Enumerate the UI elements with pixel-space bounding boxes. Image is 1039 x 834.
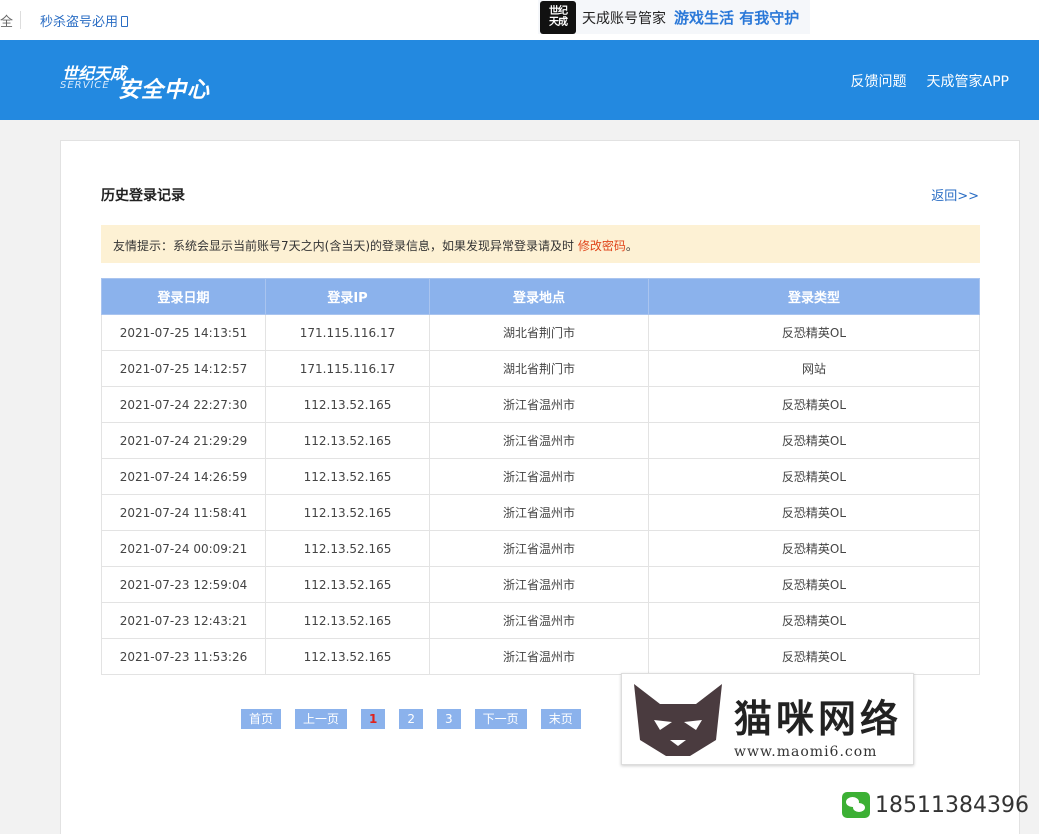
banner-title: 天成账号管家 [582, 11, 666, 27]
cell-type: 反恐精英OL [648, 314, 980, 351]
cell-date: 2021-07-24 21:29:29 [101, 422, 266, 459]
col-type: 登录类型 [648, 278, 980, 315]
account-manager-banner[interactable]: 世纪 天成 天成账号管家 游戏生活 有我守护 [538, 0, 810, 34]
cell-location: 浙江省温州市 [429, 494, 649, 531]
cell-type: 反恐精英OL [648, 530, 980, 567]
notice-end: 。 [625, 239, 638, 253]
tip-link-label: 秒杀盗号必用 [40, 15, 119, 30]
cell-ip: 112.13.52.165 [265, 638, 430, 675]
header-nav: 反馈问题 天成管家APP [851, 71, 1009, 91]
site-header: 世纪天成 SERVICE 安全中心 反馈问题 天成管家APP [0, 40, 1039, 120]
cell-location: 浙江省温州市 [429, 530, 649, 567]
notice-banner: 友情提示：系统会显示当前账号7天之内(含当天)的登录信息，如果发现异常登录请及时… [101, 225, 980, 263]
cell-date: 2021-07-24 22:27:30 [101, 386, 266, 423]
cell-location: 浙江省温州市 [429, 638, 649, 675]
watermark-url: www.maomi6.com [734, 744, 878, 760]
table-header-row: 登录日期 登录IP 登录地点 登录类型 [101, 278, 980, 315]
phone-icon [121, 16, 129, 27]
nav-app[interactable]: 天成管家APP [927, 71, 1009, 91]
table-row: 2021-07-23 12:43:21 112.13.52.165 浙江省温州市 反恐… [101, 602, 980, 639]
table-row: 2021-07-24 00:09:21 112.13.52.165 浙江省温州市 反恐… [101, 530, 980, 567]
cell-location: 湖北省荆门市 [429, 314, 649, 351]
watermark: 猫咪网络 www.maomi6.com [621, 673, 914, 765]
brand-en: SERVICE [60, 80, 110, 91]
cell-type: 反恐精英OL [648, 386, 980, 423]
notice-text: 友情提示：系统会显示当前账号7天之内(含当天)的登录信息，如果发现异常登录请及时 [113, 239, 578, 253]
page-1-button[interactable]: 1 [361, 709, 386, 729]
table-row: 2021-07-24 22:27:30 112.13.52.165 浙江省温州市 反恐… [101, 386, 980, 423]
table-row: 2021-07-25 14:13:51 171.115.116.17 湖北省荆门市反… [101, 314, 980, 351]
change-password-link[interactable]: 修改密码 [578, 239, 626, 253]
anti-theft-tip-link[interactable]: 秒杀盗号必用 [40, 11, 129, 30]
cell-ip: 112.13.52.165 [265, 494, 430, 531]
page-next-button[interactable]: 下一页 [474, 709, 527, 729]
page-last-button[interactable]: 末页 [540, 709, 581, 729]
cell-ip: 112.13.52.165 [265, 602, 430, 639]
cell-location: 浙江省温州市 [429, 458, 649, 495]
login-history-table: 登录日期 登录IP 登录地点 登录类型 2021-07-25 14:13:51 1… [101, 278, 980, 675]
cell-type: 反恐精英OL [648, 458, 980, 495]
cell-date: 2021-07-24 14:26:59 [101, 458, 266, 495]
table-row: 2021-07-25 14:12:57 171.115.116.17 湖北省荆门市网… [101, 350, 980, 387]
cat-logo-icon [634, 684, 722, 756]
cell-date: 2021-07-23 12:59:04 [101, 566, 266, 603]
brand-logo[interactable]: 世纪天成 SERVICE 安全中心 [60, 58, 230, 103]
cell-ip: 112.13.52.165 [265, 422, 430, 459]
page-3-button[interactable]: 3 [437, 709, 461, 729]
cell-location: 浙江省温州市 [429, 386, 649, 423]
banner-slogan: 游戏生活 有我守护 [674, 9, 800, 27]
cell-date: 2021-07-23 11:53:26 [101, 638, 266, 675]
cell-location: 湖北省荆门市 [429, 350, 649, 387]
table-row: 2021-07-24 11:58:41 112.13.52.165 浙江省温州市 反恐… [101, 494, 980, 531]
cell-location: 浙江省温州市 [429, 422, 649, 459]
watermark-name: 猫咪网络 [734, 697, 903, 741]
col-location: 登录地点 [429, 278, 649, 315]
cell-type: 反恐精英OL [648, 494, 980, 531]
cell-date: 2021-07-24 00:09:21 [101, 530, 266, 567]
page-first-button[interactable]: 首页 [241, 709, 282, 729]
nav-feedback[interactable]: 反馈问题 [851, 71, 907, 91]
page-2-button[interactable]: 2 [399, 709, 424, 729]
page-title: 历史登录记录 [101, 188, 185, 204]
cell-ip: 171.115.116.17 [265, 314, 430, 351]
top-strip: 全 秒杀盗号必用 世纪 天成 天成账号管家 游戏生活 有我守护 [0, 0, 1039, 40]
cell-type: 反恐精英OL [648, 602, 980, 639]
divider [20, 11, 21, 29]
cell-date: 2021-07-25 14:12:57 [101, 350, 266, 387]
banner-logo: 世纪 天成 [540, 1, 576, 34]
page-prev-button[interactable]: 上一页 [295, 709, 348, 729]
contact-phone: 18511384396 [875, 792, 1029, 818]
col-ip: 登录IP [265, 278, 430, 315]
back-link[interactable]: 返回>> [931, 185, 979, 204]
cell-date: 2021-07-23 12:43:21 [101, 602, 266, 639]
cell-location: 浙江省温州市 [429, 566, 649, 603]
brand-main: 安全中心 [118, 78, 211, 103]
cell-date: 2021-07-24 11:58:41 [101, 494, 266, 531]
cell-ip: 112.13.52.165 [265, 386, 430, 423]
cell-ip: 112.13.52.165 [265, 530, 430, 567]
table-row: 2021-07-23 11:53:26 112.13.52.165 浙江省温州市 反恐… [101, 638, 980, 675]
contact-info: 18511384396 [842, 792, 1029, 818]
cell-date: 2021-07-25 14:13:51 [101, 314, 266, 351]
cell-ip: 112.13.52.165 [265, 458, 430, 495]
table-row: 2021-07-23 12:59:04 112.13.52.165 浙江省温州市 反恐… [101, 566, 980, 603]
wechat-icon [842, 792, 870, 818]
cell-type: 反恐精英OL [648, 638, 980, 675]
pagination: 首页 上一页 1 2 3 下一页 末页 [241, 709, 595, 729]
cell-ip: 112.13.52.165 [265, 566, 430, 603]
table-row: 2021-07-24 14:26:59 112.13.52.165 浙江省温州市 反恐… [101, 458, 980, 495]
cell-type: 网站 [648, 350, 980, 387]
col-date: 登录日期 [101, 278, 266, 315]
cell-ip: 171.115.116.17 [265, 350, 430, 387]
cell-location: 浙江省温州市 [429, 602, 649, 639]
table-row: 2021-07-24 21:29:29 112.13.52.165 浙江省温州市 反恐… [101, 422, 980, 459]
truncated-text: 全 [0, 15, 14, 30]
cell-type: 反恐精英OL [648, 566, 980, 603]
cell-type: 反恐精英OL [648, 422, 980, 459]
